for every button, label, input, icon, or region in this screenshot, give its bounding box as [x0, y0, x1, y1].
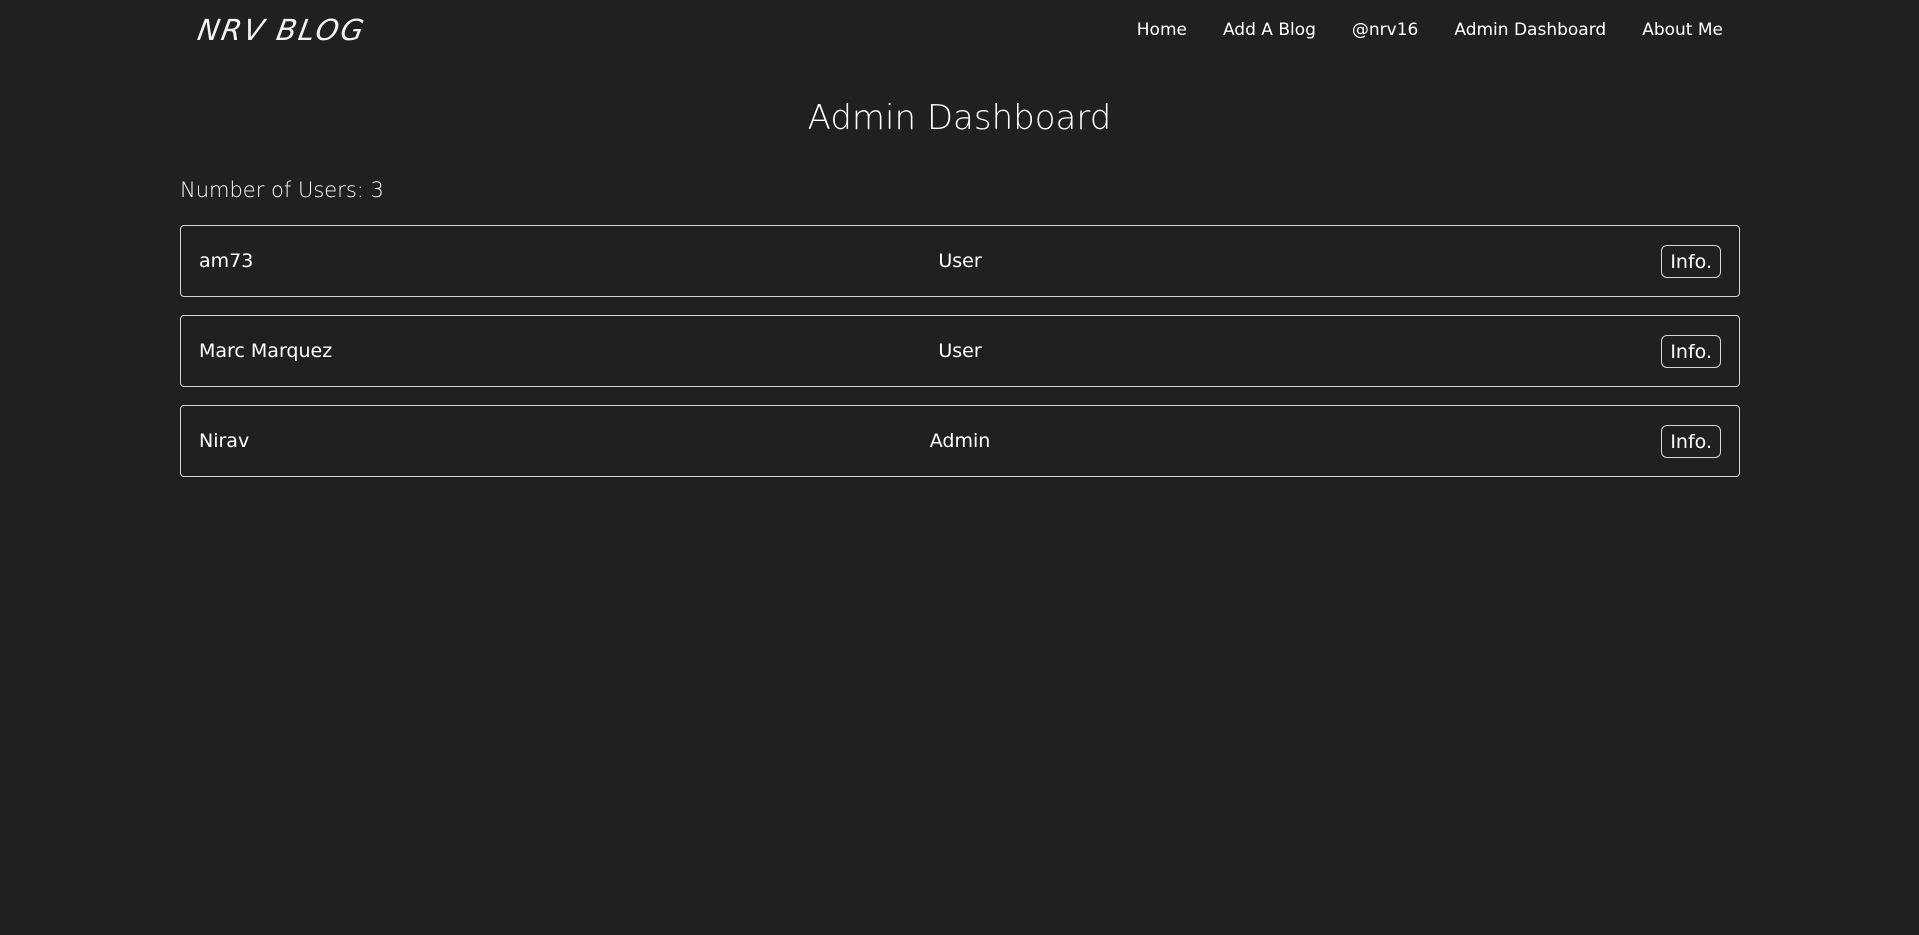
info-button[interactable]: Info.	[1661, 335, 1721, 368]
info-button[interactable]: Info.	[1661, 425, 1721, 458]
user-list: am73 User Info. Marc Marquez User Info. …	[180, 225, 1740, 495]
nav-link-profile[interactable]: @nrv16	[1352, 20, 1418, 40]
navbar: NRV BLOG Home Add A Blog @nrv16 Admin Da…	[0, 0, 1919, 62]
user-row: Nirav Admin Info.	[180, 405, 1740, 477]
user-role: Admin	[929, 430, 991, 452]
user-role: User	[938, 250, 982, 272]
page-title: Admin Dashboard	[807, 98, 1112, 138]
nav-link-admin-dashboard[interactable]: Admin Dashboard	[1454, 20, 1606, 40]
user-count: Number of Users: 3	[180, 178, 384, 202]
nav-links: Home Add A Blog @nrv16 Admin Dashboard A…	[1137, 20, 1723, 40]
nav-link-about-me[interactable]: About Me	[1642, 20, 1723, 40]
nav-link-add-a-blog[interactable]: Add A Blog	[1223, 20, 1316, 40]
user-name: Nirav	[199, 430, 250, 452]
user-row: am73 User Info.	[180, 225, 1740, 297]
info-button[interactable]: Info.	[1661, 245, 1721, 278]
brand-logo[interactable]: NRV BLOG	[195, 13, 368, 47]
user-name: Marc Marquez	[199, 340, 333, 362]
user-role: User	[938, 340, 982, 362]
nav-link-home[interactable]: Home	[1137, 20, 1187, 40]
user-row: Marc Marquez User Info.	[180, 315, 1740, 387]
user-name: am73	[199, 250, 254, 272]
